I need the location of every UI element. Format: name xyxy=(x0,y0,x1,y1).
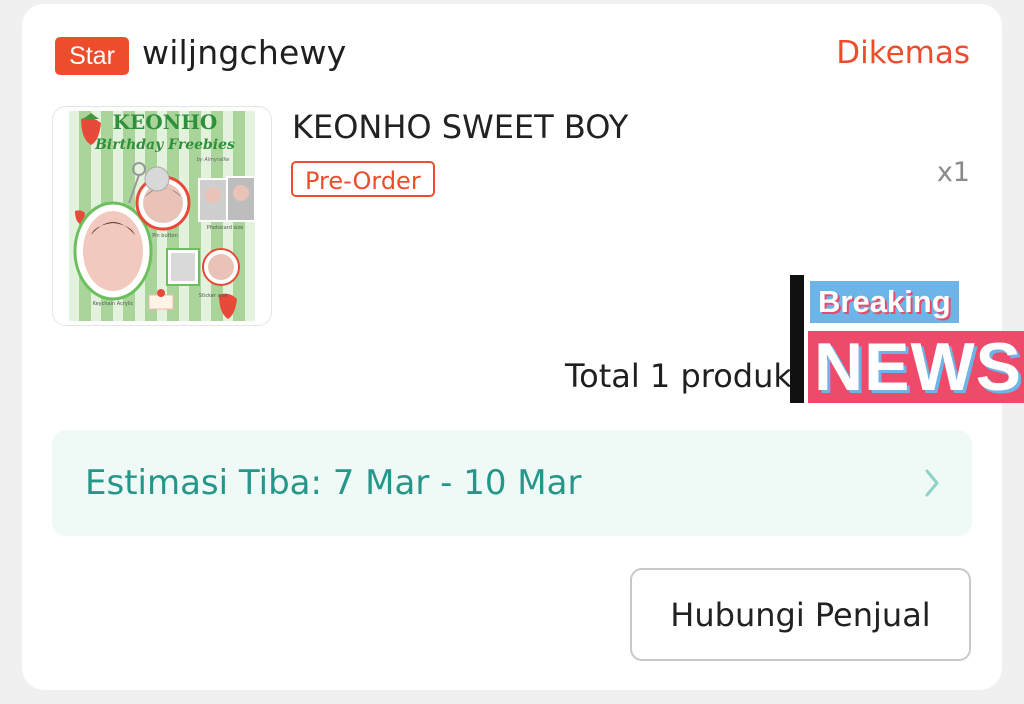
thumb-subtitle: Birthday Freebies xyxy=(94,137,235,153)
thumb-item-pin: Pin button xyxy=(152,233,178,239)
thumb-title: KEONHO xyxy=(113,110,218,134)
breaking-label: Breaking xyxy=(810,281,959,323)
news-bar xyxy=(790,275,804,403)
pre-order-tag: Pre-Order xyxy=(291,161,435,197)
star-seller-badge: Star xyxy=(55,37,129,75)
thumb-credit: by Almyrallie xyxy=(197,157,230,163)
chevron-right-icon xyxy=(925,469,939,497)
order-total-label: Total 1 produk: xyxy=(565,357,803,395)
product-title[interactable]: KEONHO SWEET BOY xyxy=(292,108,628,146)
shop-name[interactable]: wiljngchewy xyxy=(142,33,346,72)
news-label: NEWS xyxy=(808,331,1024,403)
thumb-item-keychain: Keychain Acrylic xyxy=(93,301,134,307)
delivery-estimate-text: Estimasi Tiba: 7 Mar - 10 Mar xyxy=(85,463,582,503)
thumb-item-sticker: Sticker size xyxy=(199,293,227,299)
contact-seller-button[interactable]: Hubungi Penjual xyxy=(630,568,971,661)
product-thumbnail[interactable]: KEONHO Birthday Freebies by Almyrallie K… xyxy=(52,106,272,326)
delivery-estimate-row[interactable]: Estimasi Tiba: 7 Mar - 10 Mar xyxy=(52,430,972,536)
product-quantity: x1 xyxy=(936,157,970,188)
thumb-item-photocard: Photocard size xyxy=(207,225,244,231)
breaking-news-overlay: Breaking NEWS xyxy=(790,275,1024,405)
order-status: Dikemas xyxy=(836,35,970,71)
